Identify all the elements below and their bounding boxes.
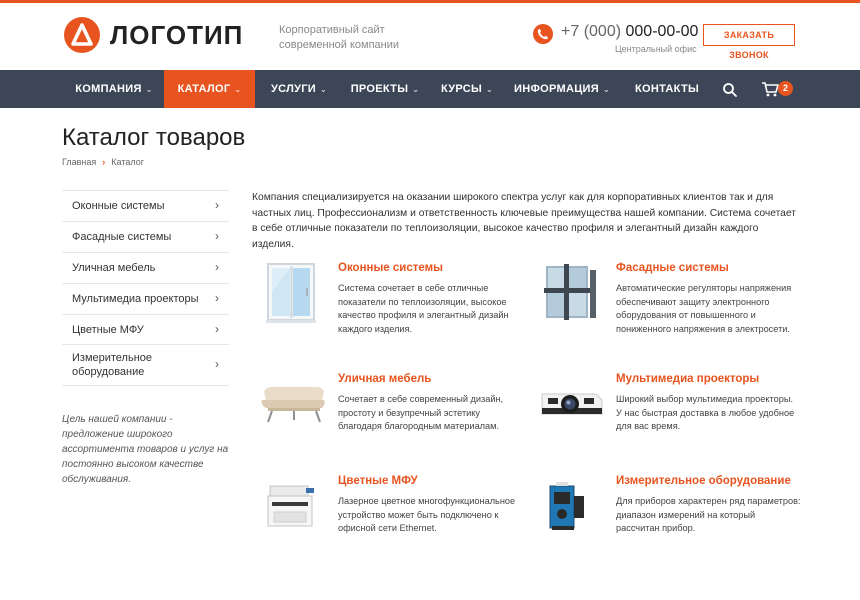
chevron-down-icon: ⌄	[320, 85, 328, 94]
breadcrumb-separator: ›	[102, 157, 106, 167]
sidebar-item-label: Измерительное оборудование	[72, 352, 153, 378]
chevron-right-icon: ›	[215, 321, 219, 336]
product-description: Лазерное цветное многофункциональное уст…	[338, 496, 516, 533]
breadcrumb: Главная › Каталог	[62, 157, 144, 167]
nav-item-info[interactable]: ИНФОРМАЦИЯ ⌄	[512, 70, 612, 108]
chevron-right-icon: ›	[215, 229, 219, 243]
phone-caption: Центральный офис	[615, 44, 697, 54]
chevron-down-icon: ⌄	[602, 85, 610, 94]
facade-image	[536, 258, 606, 326]
nav-item-courses[interactable]: КУРСЫ ⌄	[434, 70, 500, 108]
product-title[interactable]: Цветные МФУ	[338, 475, 418, 487]
sidebar-item-facades[interactable]: Фасадные системы ›	[62, 221, 229, 252]
sidebar-item-mfp[interactable]: Цветные МФУ ›	[62, 314, 229, 344]
product-description: Автоматические регуляторы напряжения обе…	[616, 283, 792, 334]
nav-item-company[interactable]: КОМПАНИЯ ⌄	[64, 70, 164, 108]
product-description: Система сочетает в себе отличные показат…	[338, 283, 509, 334]
tagline: Корпоративный сайт современной компании	[279, 24, 400, 51]
sidebar-note: Цель нашей компании - предложение широко…	[62, 414, 229, 485]
nav-item-label: ПРОЕКТЫ	[350, 83, 409, 95]
sidebar-item-label: Цветные МФУ	[72, 323, 144, 336]
nav-item-label: КУРСЫ	[440, 83, 483, 95]
sidebar-item-label: Уличная мебель	[72, 262, 156, 274]
callback-button[interactable]: ЗАКАЗАТЬ ЗВОНОК	[703, 24, 795, 60]
product-title[interactable]: Уличная мебель	[338, 373, 431, 385]
product-description: Сочетает в себе современный дизайн, прос…	[338, 394, 504, 431]
nav-item-contacts[interactable]: КОНТАКТЫ	[626, 70, 708, 108]
chevron-down-icon: ⌄	[412, 85, 420, 94]
cart-count-badge: 2	[778, 81, 793, 96]
product-description: Широкий выбор мультимедиа проекторы. У н…	[616, 394, 795, 431]
product-description: Для приборов характерен ряд параметров: …	[616, 496, 801, 533]
sidebar-item-label: Мультимедиа проекторы	[72, 293, 199, 305]
page-title: Каталог товаров	[62, 124, 246, 151]
phone-code: +7 (000)	[561, 23, 622, 40]
sidebar-item-label: Фасадные системы	[72, 231, 172, 243]
nav-item-services[interactable]: УСЛУГИ ⌄	[262, 70, 336, 108]
nav-item-label: ИНФОРМАЦИЯ	[514, 83, 599, 95]
breadcrumb-current: Каталог	[111, 157, 144, 167]
main-nav: КОМПАНИЯ ⌄ КАТАЛОГ ⌄ УСЛУГИ ⌄ ПРОЕКТЫ ⌄ КУРС…	[0, 70, 860, 108]
logo[interactable]: ЛОГОТИП	[64, 17, 243, 53]
product-title[interactable]: Измерительное оборудование	[616, 475, 791, 487]
logo-text: ЛОГОТИП	[110, 19, 244, 50]
product-title[interactable]: Фасадные системы	[616, 262, 729, 274]
logo-icon	[64, 17, 100, 53]
laser-level-image	[536, 472, 606, 540]
sidebar-item-projectors[interactable]: Мультимедиа проекторы ›	[62, 283, 229, 314]
nav-item-label: УСЛУГИ	[270, 83, 316, 95]
chevron-right-icon: ›	[215, 198, 219, 212]
window-image	[258, 258, 328, 326]
nav-item-label: КАТАЛОГ	[177, 83, 231, 95]
printer-image	[258, 472, 328, 540]
phone-digits: 000-00-00	[625, 23, 699, 40]
chevron-down-icon: ⌄	[234, 85, 242, 94]
sidebar-item-furniture[interactable]: Уличная мебель ›	[62, 252, 229, 283]
breadcrumb-home[interactable]: Главная	[62, 157, 96, 167]
cart-icon[interactable]	[761, 81, 779, 97]
nav-item-label: КОМПАНИЯ	[75, 83, 142, 95]
chevron-right-icon: ›	[215, 357, 219, 371]
chevron-down-icon: ⌄	[145, 85, 153, 94]
sidebar-item-windows[interactable]: Оконные системы ›	[62, 190, 229, 221]
sidebar-item-measuring[interactable]: Измерительное оборудование ›	[62, 344, 229, 386]
product-title[interactable]: Оконные системы	[338, 262, 443, 274]
product-title[interactable]: Мультимедиа проекторы	[616, 373, 759, 385]
chevron-right-icon: ›	[215, 260, 219, 274]
nav-item-label: КОНТАКТЫ	[634, 83, 700, 95]
chevron-right-icon: ›	[215, 291, 219, 305]
chevron-down-icon: ⌄	[486, 85, 494, 94]
phone-number[interactable]: +7 (000) 000-00-00	[561, 23, 698, 41]
header: ЛОГОТИП Корпоративный сайт современной к…	[0, 3, 860, 70]
phone-icon	[533, 24, 553, 44]
sidebar-menu: Оконные системы › Фасадные системы › Ули…	[62, 190, 229, 386]
sofa-image	[258, 370, 328, 438]
intro-text: Компания специализируется на оказании ши…	[252, 192, 797, 250]
sidebar-item-label: Оконные системы	[72, 200, 165, 212]
nav-item-catalog[interactable]: КАТАЛОГ ⌄	[164, 70, 255, 108]
nav-item-projects[interactable]: ПРОЕКТЫ ⌄	[344, 70, 426, 108]
projector-image	[536, 370, 606, 438]
search-icon[interactable]	[722, 82, 738, 98]
